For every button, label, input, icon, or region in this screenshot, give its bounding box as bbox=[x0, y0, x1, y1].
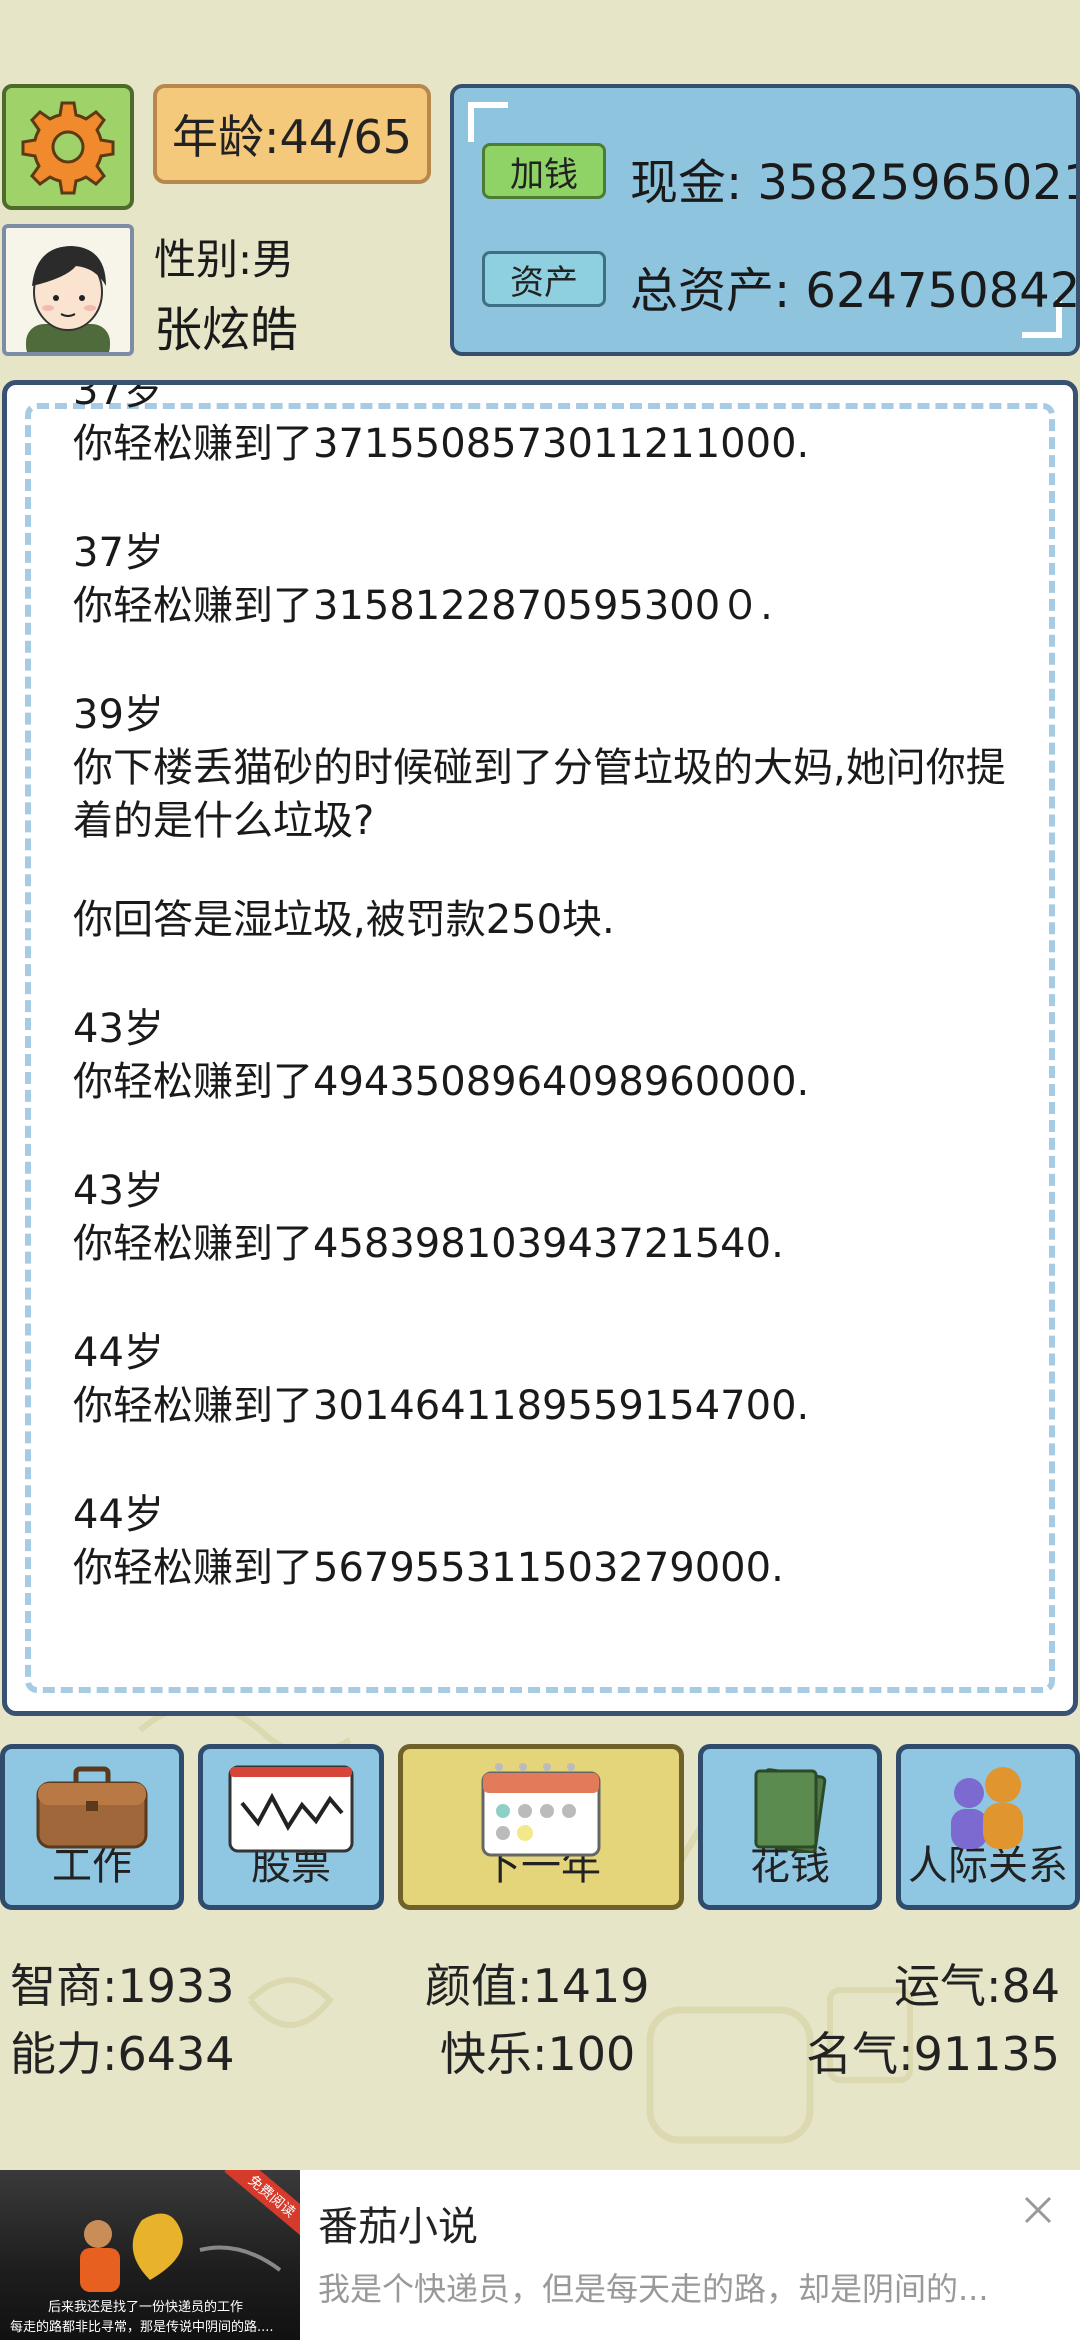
panel-corner-decoration bbox=[468, 102, 508, 142]
log-text: 你轻松赚到了3715508573011211000. bbox=[73, 421, 810, 467]
stat-looks: 颜值:1419 bbox=[425, 1959, 650, 2013]
log-entry: 44岁 你轻松赚到了3014641189559154700. bbox=[73, 1327, 1023, 1433]
stat-fame: 名气:91135 bbox=[806, 2027, 1060, 2081]
log-age: 43岁 bbox=[73, 1168, 164, 1214]
ad-caption-line2: 每走的路都非比寻常，那是传说中阴间的路.... bbox=[10, 2320, 274, 2335]
log-entry: 43岁 你轻松赚到了4943508964098960000. bbox=[73, 1003, 1023, 1109]
ad-title[interactable]: 番茄小说 bbox=[318, 2194, 478, 2252]
briefcase-icon bbox=[36, 1766, 148, 1849]
avatar[interactable] bbox=[2, 224, 134, 356]
calendar-icon bbox=[481, 1763, 601, 1857]
log-age: 37岁 bbox=[73, 380, 164, 414]
settings-button[interactable] bbox=[2, 84, 134, 210]
age-text: 年龄:44/65 bbox=[171, 110, 413, 164]
gear-icon bbox=[21, 101, 115, 195]
work-button[interactable]: 工作 bbox=[0, 1744, 184, 1910]
next-year-button[interactable]: 下一年 bbox=[398, 1744, 684, 1910]
stat-ability: 能力:6434 bbox=[10, 2027, 235, 2081]
log-entry: 44岁 你轻松赚到了567955311503279000. bbox=[73, 1489, 1023, 1595]
ad-banner[interactable]: 免费阅读 后来我还是找了一份快递员的工作 每走的路都非比寻常，那是传说中阴间的路… bbox=[0, 2170, 1080, 2340]
stat-happiness: 快乐:100 bbox=[440, 2027, 636, 2081]
total-assets-value: 总资产: 62475084265 bbox=[630, 263, 1080, 319]
stock-chart-icon bbox=[228, 1765, 354, 1853]
log-text: 你轻松赚到了458398103943721540. bbox=[73, 1221, 784, 1267]
log-age: 44岁 bbox=[73, 1492, 164, 1538]
log-entry: 37岁 你轻松赚到了3715508573011211000. bbox=[73, 380, 1023, 471]
spend-money-button[interactable]: 花钱 bbox=[698, 1744, 882, 1910]
log-text: 你轻松赚到了3014641189559154700. bbox=[73, 1383, 810, 1429]
ad-thumbnail[interactable]: 免费阅读 后来我还是找了一份快递员的工作 每走的路都非比寻常，那是传说中阴间的路… bbox=[0, 2170, 300, 2340]
cash-value: 现金: 35825965021.0 bbox=[630, 155, 1076, 211]
close-icon[interactable] bbox=[1018, 2190, 1058, 2230]
assets-button[interactable]: 资产 bbox=[482, 251, 606, 307]
stat-iq: 智商:1933 bbox=[10, 1959, 235, 2013]
ad-description[interactable]: 我是个快递员，但是每天走的路，却是阴间的... bbox=[318, 2264, 989, 2310]
people-icon bbox=[951, 1767, 1023, 1849]
stat-luck: 运气:84 bbox=[893, 1959, 1060, 2013]
log-age: 44岁 bbox=[73, 1330, 164, 1376]
stocks-button[interactable]: 股票 bbox=[198, 1744, 384, 1910]
log-entry: 43岁 你轻松赚到了458398103943721540. bbox=[73, 1165, 1023, 1271]
event-log-panel[interactable]: 37岁 你轻松赚到了3715508573011211000. 37岁 你轻松赚到… bbox=[2, 380, 1078, 1716]
log-text: 你回答是湿垃圾,被罚款250块. bbox=[73, 897, 615, 943]
character-avatar-icon bbox=[26, 246, 110, 352]
log-text: 你下楼丢猫砂的时候碰到了分管垃圾的大妈,她问你提着的是什么垃圾? bbox=[73, 745, 1006, 844]
log-text: 你轻松赚到了3158122870595300０. bbox=[73, 583, 773, 629]
log-entry: 37岁 你轻松赚到了3158122870595300０. bbox=[73, 527, 1023, 633]
log-text: 你轻松赚到了567955311503279000. bbox=[73, 1545, 784, 1591]
log-age: 39岁 bbox=[73, 692, 164, 738]
log-entry: 39岁 你下楼丢猫砂的时候碰到了分管垃圾的大妈,她问你提着的是什么垃圾? bbox=[73, 689, 1023, 848]
log-age: 43岁 bbox=[73, 1006, 164, 1052]
money-panel: 加钱 现金: 35825965021.0 资产 总资产: 62475084265 bbox=[450, 84, 1080, 356]
character-name: 张炫皓 bbox=[154, 302, 299, 358]
gender-label: 性别:男 bbox=[154, 235, 295, 284]
event-log-list: 37岁 你轻松赚到了3715508573011211000. 37岁 你轻松赚到… bbox=[73, 380, 1023, 1651]
ad-caption-line1: 后来我还是找了一份快递员的工作 bbox=[48, 2300, 244, 2315]
log-age: 37岁 bbox=[73, 530, 164, 576]
age-display: 年龄:44/65 bbox=[153, 84, 431, 184]
cash-stack-icon bbox=[754, 1768, 827, 1853]
log-text: 你轻松赚到了4943508964098960000. bbox=[73, 1059, 810, 1105]
log-entry: 你回答是湿垃圾,被罚款250块. bbox=[73, 894, 1023, 947]
relations-button[interactable]: 人际关系 bbox=[896, 1744, 1080, 1910]
add-money-button[interactable]: 加钱 bbox=[482, 143, 606, 199]
